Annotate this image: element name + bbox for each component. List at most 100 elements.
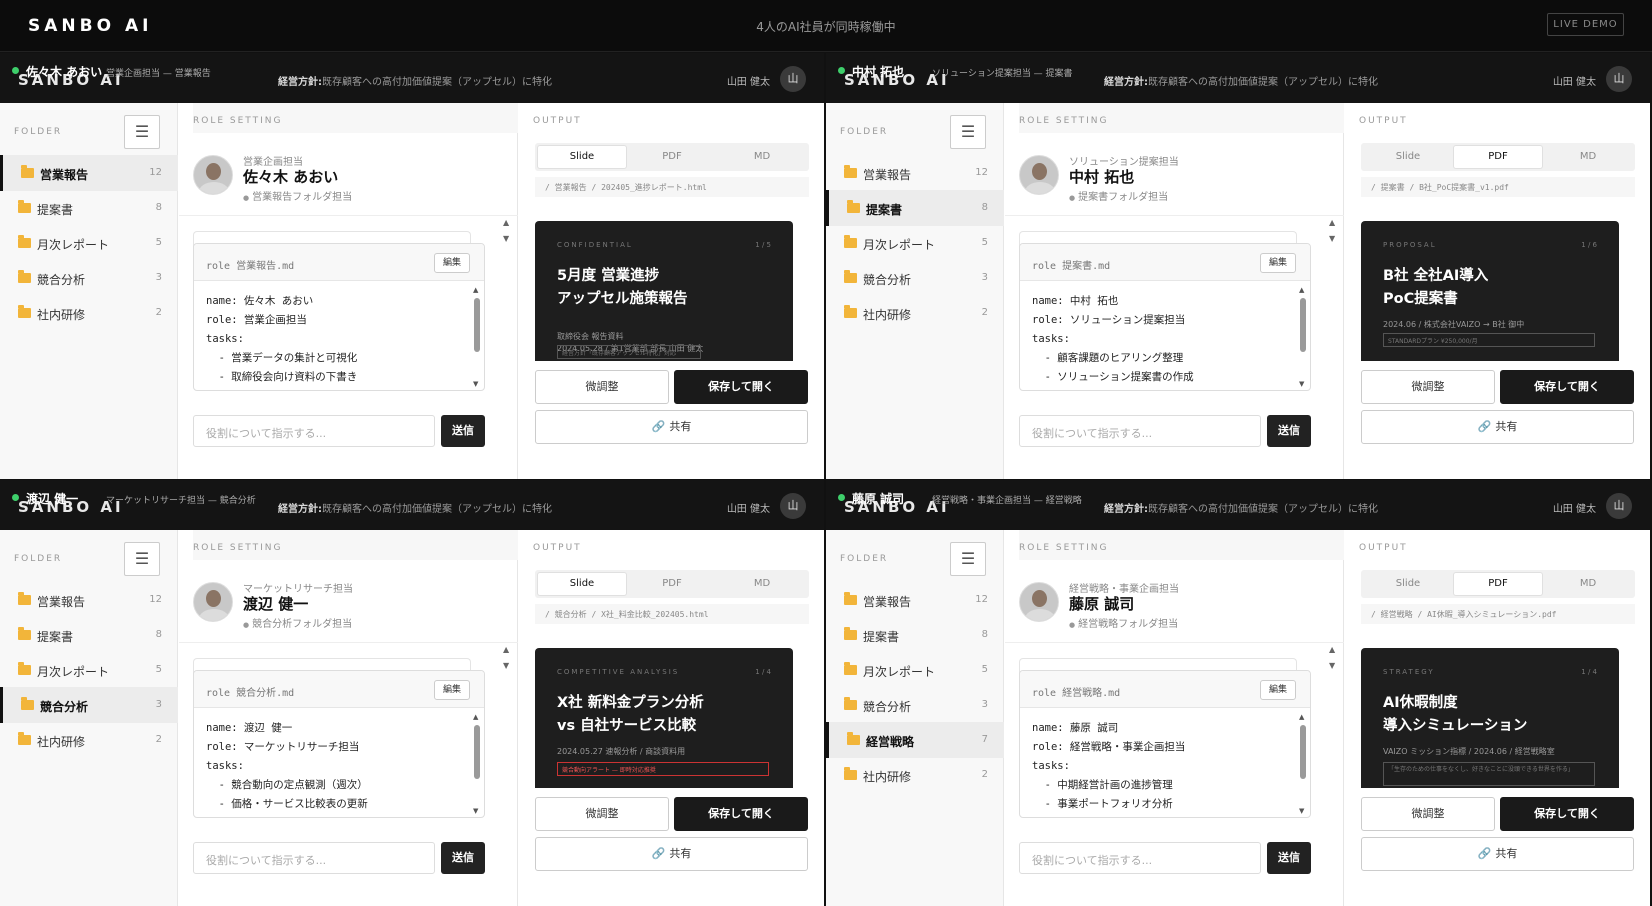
- link-icon: 🔗: [1477, 420, 1492, 433]
- md-line: tasks:: [206, 760, 244, 772]
- md-scrollbar[interactable]: ▲ ▼: [1299, 286, 1306, 388]
- folder-item[interactable]: 月次レポート 5: [0, 225, 178, 261]
- folder-item[interactable]: 提案書 8: [826, 617, 1004, 653]
- user-name: 山田 健太: [1552, 504, 1596, 515]
- folder-item[interactable]: 競合分析 3: [0, 687, 178, 723]
- slide-preview[interactable]: COMPETITIVE ANALYSIS 1 / 4 X社 新料金プラン分析 v…: [535, 648, 793, 788]
- folder-item[interactable]: 社内研修 2: [0, 722, 178, 758]
- tab-pdf[interactable]: PDF: [1454, 146, 1542, 168]
- menu-icon[interactable]: ☰: [124, 542, 160, 576]
- instruct-input[interactable]: 役割について指示する...: [1019, 842, 1261, 874]
- tab-md[interactable]: MD: [1544, 573, 1632, 595]
- send-button[interactable]: 送信: [441, 415, 485, 447]
- send-button[interactable]: 送信: [1267, 415, 1311, 447]
- menu-icon[interactable]: ☰: [950, 115, 986, 149]
- folder-assignment: 競合分析フォルダ担当: [243, 615, 352, 630]
- folder-item[interactable]: 社内研修 2: [0, 295, 178, 331]
- adjust-button[interactable]: 微調整: [535, 797, 669, 831]
- send-button[interactable]: 送信: [1267, 842, 1311, 874]
- slide-preview[interactable]: PROPOSAL 1 / 6 B社 全社AI導入 PoC提案書 2024.06 …: [1361, 221, 1619, 361]
- folder-item[interactable]: 競合分析 3: [826, 687, 1004, 723]
- folder-assignment: 営業報告フォルダ担当: [243, 188, 352, 203]
- edit-button[interactable]: 編集: [1260, 680, 1296, 700]
- instruct-input[interactable]: 役割について指示する...: [193, 415, 435, 447]
- folder-item[interactable]: 提案書 8: [826, 190, 1004, 226]
- instruct-input[interactable]: 役割について指示する...: [1019, 415, 1261, 447]
- folder-icon: [18, 235, 31, 248]
- role-setting: ROLE SETTING マーケットリサーチ担当 渡辺 健一 競合分析フォルダ担…: [179, 530, 518, 906]
- instruct-input[interactable]: 役割について指示する...: [193, 842, 435, 874]
- folder-item[interactable]: 経営戦略 7: [826, 722, 1004, 758]
- folder-item[interactable]: 月次レポート 5: [0, 652, 178, 688]
- tab-slide[interactable]: Slide: [538, 146, 626, 168]
- scroll-arrows-icon[interactable]: ▲ ▼: [1329, 642, 1339, 674]
- folder-item[interactable]: 営業報告 12: [826, 155, 1004, 191]
- user-avatar[interactable]: 山: [780, 493, 806, 519]
- online-status-icon: [12, 67, 19, 74]
- md-scrollbar[interactable]: ▲ ▼: [473, 286, 480, 388]
- folder-item[interactable]: 提案書 8: [0, 190, 178, 226]
- edit-button[interactable]: 編集: [434, 680, 470, 700]
- share-button[interactable]: 🔗 共有: [535, 410, 808, 444]
- folder-item[interactable]: 社内研修 2: [826, 295, 1004, 331]
- policy-label: 経営方針:: [1104, 504, 1148, 515]
- folder-item[interactable]: 営業報告 12: [0, 582, 178, 618]
- adjust-button[interactable]: 微調整: [1361, 370, 1495, 404]
- share-button[interactable]: 🔗 共有: [1361, 837, 1634, 871]
- folder-icon: [844, 235, 857, 248]
- output-panel: OUTPUT Slide PDF MD / 営業報告 / 202405_進捗レポ…: [519, 103, 824, 479]
- scroll-arrows-icon[interactable]: ▲ ▼: [1329, 215, 1339, 247]
- employee-fullname: 渡辺 健一: [243, 595, 309, 613]
- share-button[interactable]: 🔗 共有: [535, 837, 808, 871]
- folder-item[interactable]: 提案書 8: [0, 617, 178, 653]
- tab-md[interactable]: MD: [718, 573, 806, 595]
- save-open-button[interactable]: 保存して開く: [1500, 370, 1634, 404]
- menu-icon[interactable]: ☰: [950, 542, 986, 576]
- user-avatar[interactable]: 山: [1606, 493, 1632, 519]
- folder-count: 3: [981, 699, 988, 710]
- tab-md[interactable]: MD: [718, 146, 806, 168]
- tab-slide[interactable]: Slide: [1364, 146, 1452, 168]
- folder-item[interactable]: 月次レポート 5: [826, 652, 1004, 688]
- tab-slide[interactable]: Slide: [1364, 573, 1452, 595]
- folder-label: 月次レポート: [37, 665, 110, 679]
- folder-count: 5: [981, 664, 988, 675]
- tab-pdf[interactable]: PDF: [628, 573, 716, 595]
- md-filename: role 経営戦略.md: [1032, 688, 1121, 699]
- adjust-button[interactable]: 微調整: [535, 370, 669, 404]
- scroll-arrows-icon[interactable]: ▲ ▼: [503, 642, 513, 674]
- tab-pdf[interactable]: PDF: [1454, 573, 1542, 595]
- edit-button[interactable]: 編集: [434, 253, 470, 273]
- md-scrollbar[interactable]: ▲ ▼: [1299, 713, 1306, 815]
- live-demo-button[interactable]: LIVE DEMO: [1547, 13, 1624, 36]
- send-button[interactable]: 送信: [441, 842, 485, 874]
- share-label: 共有: [1495, 847, 1518, 860]
- tab-slide[interactable]: Slide: [538, 573, 626, 595]
- folder-item[interactable]: 営業報告 12: [0, 155, 178, 191]
- user-avatar[interactable]: 山: [1606, 66, 1632, 92]
- save-open-button[interactable]: 保存して開く: [674, 370, 808, 404]
- adjust-button[interactable]: 微調整: [1361, 797, 1495, 831]
- slide-title: B社 全社AI導入 PoC提案書: [1383, 268, 1489, 307]
- slide-preview[interactable]: STRATEGY 1 / 4 AI休暇制度 導入シミュレーション VAIZO ミ…: [1361, 648, 1619, 788]
- save-open-button[interactable]: 保存して開く: [674, 797, 808, 831]
- tab-pdf[interactable]: PDF: [628, 146, 716, 168]
- md-scrollbar[interactable]: ▲ ▼: [473, 713, 480, 815]
- share-button[interactable]: 🔗 共有: [1361, 410, 1634, 444]
- policy-text: 経営方針:既存顧客への高付加価値提案（アップセル）に特化: [278, 73, 552, 88]
- user-avatar[interactable]: 山: [780, 66, 806, 92]
- folder-item[interactable]: 競合分析 3: [0, 260, 178, 296]
- menu-icon[interactable]: ☰: [124, 115, 160, 149]
- scroll-arrows-icon[interactable]: ▲ ▼: [503, 215, 513, 247]
- folder-item[interactable]: 営業報告 12: [826, 582, 1004, 618]
- policy-text: 経営方針:既存顧客への高付加価値提案（アップセル）に特化: [1104, 73, 1378, 88]
- tab-md[interactable]: MD: [1544, 146, 1632, 168]
- folder-item[interactable]: 月次レポート 5: [826, 225, 1004, 261]
- md-header: role 経営戦略.md 編集: [1020, 671, 1310, 708]
- folder-item[interactable]: 社内研修 2: [826, 757, 1004, 793]
- save-open-button[interactable]: 保存して開く: [1500, 797, 1634, 831]
- folder-item[interactable]: 競合分析 3: [826, 260, 1004, 296]
- md-line: tasks:: [1032, 760, 1070, 772]
- edit-button[interactable]: 編集: [1260, 253, 1296, 273]
- slide-preview[interactable]: CONFIDENTIAL 1 / 5 5月度 営業進捗 アップセル施策報告 取締…: [535, 221, 793, 361]
